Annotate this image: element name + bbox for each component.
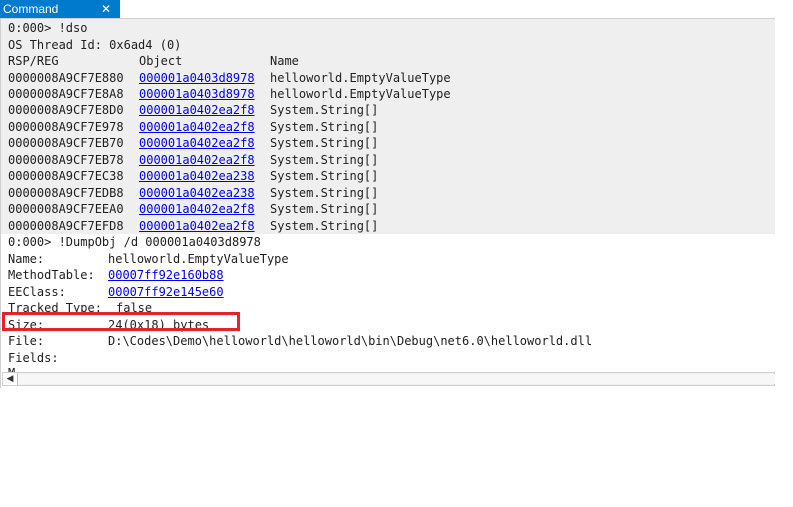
fields-label: Fields: [8, 350, 59, 365]
file-label: File: [8, 334, 45, 348]
row-rsp: 0000008A9CF7EB70 [8, 136, 124, 151]
eeclass-link[interactable]: 00007ff92e145e60 [108, 284, 224, 300]
row-object-link[interactable]: 000001a0402ea2f8 [139, 201, 255, 217]
row-type-name: System.String[] [270, 103, 379, 118]
name-label: Name: [8, 251, 45, 266]
name-value: helloworld.EmptyValueType [108, 251, 289, 266]
row-object-link[interactable]: 000001a0402ea2f8 [139, 135, 255, 151]
scroll-left-icon[interactable]: ◀ [3, 373, 18, 385]
row-object-link[interactable]: 000001a0403d8978 [139, 70, 255, 86]
row-object-link[interactable]: 000001a0402ea2f8 [139, 218, 255, 234]
row-rsp: 0000008A9CF7E8A8 [8, 86, 124, 101]
thread-id-line: OS Thread Id: 0x6ad4 (0) [8, 37, 182, 52]
partial-line: M [8, 365, 15, 372]
row-object-link[interactable]: 000001a0402ea238 [139, 185, 255, 201]
row-type-name: System.String[] [270, 202, 379, 217]
row-object-link[interactable]: 000001a0402ea238 [139, 168, 255, 184]
row-rsp: 0000008A9CF7EC38 [8, 169, 124, 184]
row-object-link[interactable]: 000001a0402ea2f8 [139, 119, 255, 135]
header-name: Name [270, 54, 299, 68]
dumpobj-prompt: 0:000> !DumpObj /d 000001a0403d8978 [8, 235, 261, 249]
row-object-link[interactable]: 000001a0402ea2f8 [139, 102, 255, 118]
tab-strip: Command ✕ [0, 0, 775, 19]
row-rsp: 0000008A9CF7EFD8 [8, 218, 124, 233]
header-rsp: RSP/REG [8, 54, 59, 68]
row-rsp: 0000008A9CF7EB78 [8, 152, 124, 167]
row-type-name: System.String[] [270, 218, 379, 233]
size-highlight-box [2, 312, 240, 331]
methodtable-link[interactable]: 00007ff92e160b88 [108, 267, 224, 283]
row-type-name: System.String[] [270, 136, 379, 151]
tab-title: Command [3, 2, 59, 16]
row-rsp: 0000008A9CF7E978 [8, 119, 124, 134]
dso-prompt: 0:000> !dso [8, 21, 88, 35]
methodtable-label: MethodTable: [8, 268, 95, 282]
row-rsp: 0000008A9CF7EEA0 [8, 202, 124, 217]
row-type-name: helloworld.EmptyValueType [270, 86, 451, 101]
row-rsp: 0000008A9CF7E8D0 [8, 103, 124, 118]
scrollbar-thumb[interactable] [18, 374, 775, 384]
row-type-name: System.String[] [270, 185, 379, 200]
row-type-name: System.String[] [270, 152, 379, 167]
header-object: Object [139, 54, 183, 68]
row-rsp: 0000008A9CF7E880 [8, 70, 124, 85]
file-path: D:\Codes\Demo\helloworld\helloworld\bin\… [108, 334, 593, 348]
row-rsp: 0000008A9CF7EDB8 [8, 185, 124, 200]
close-icon[interactable]: ✕ [101, 0, 111, 18]
row-type-name: helloworld.EmptyValueType [270, 70, 451, 85]
tab-command[interactable]: Command ✕ [0, 0, 120, 18]
eeclass-label: EEClass: [8, 284, 66, 299]
row-object-link[interactable]: 000001a0403d8978 [139, 86, 255, 102]
horizontal-scrollbar[interactable]: ◀ [2, 372, 775, 386]
row-type-name: System.String[] [270, 169, 379, 184]
row-object-link[interactable]: 000001a0402ea2f8 [139, 152, 255, 168]
row-type-name: System.String[] [270, 119, 379, 134]
